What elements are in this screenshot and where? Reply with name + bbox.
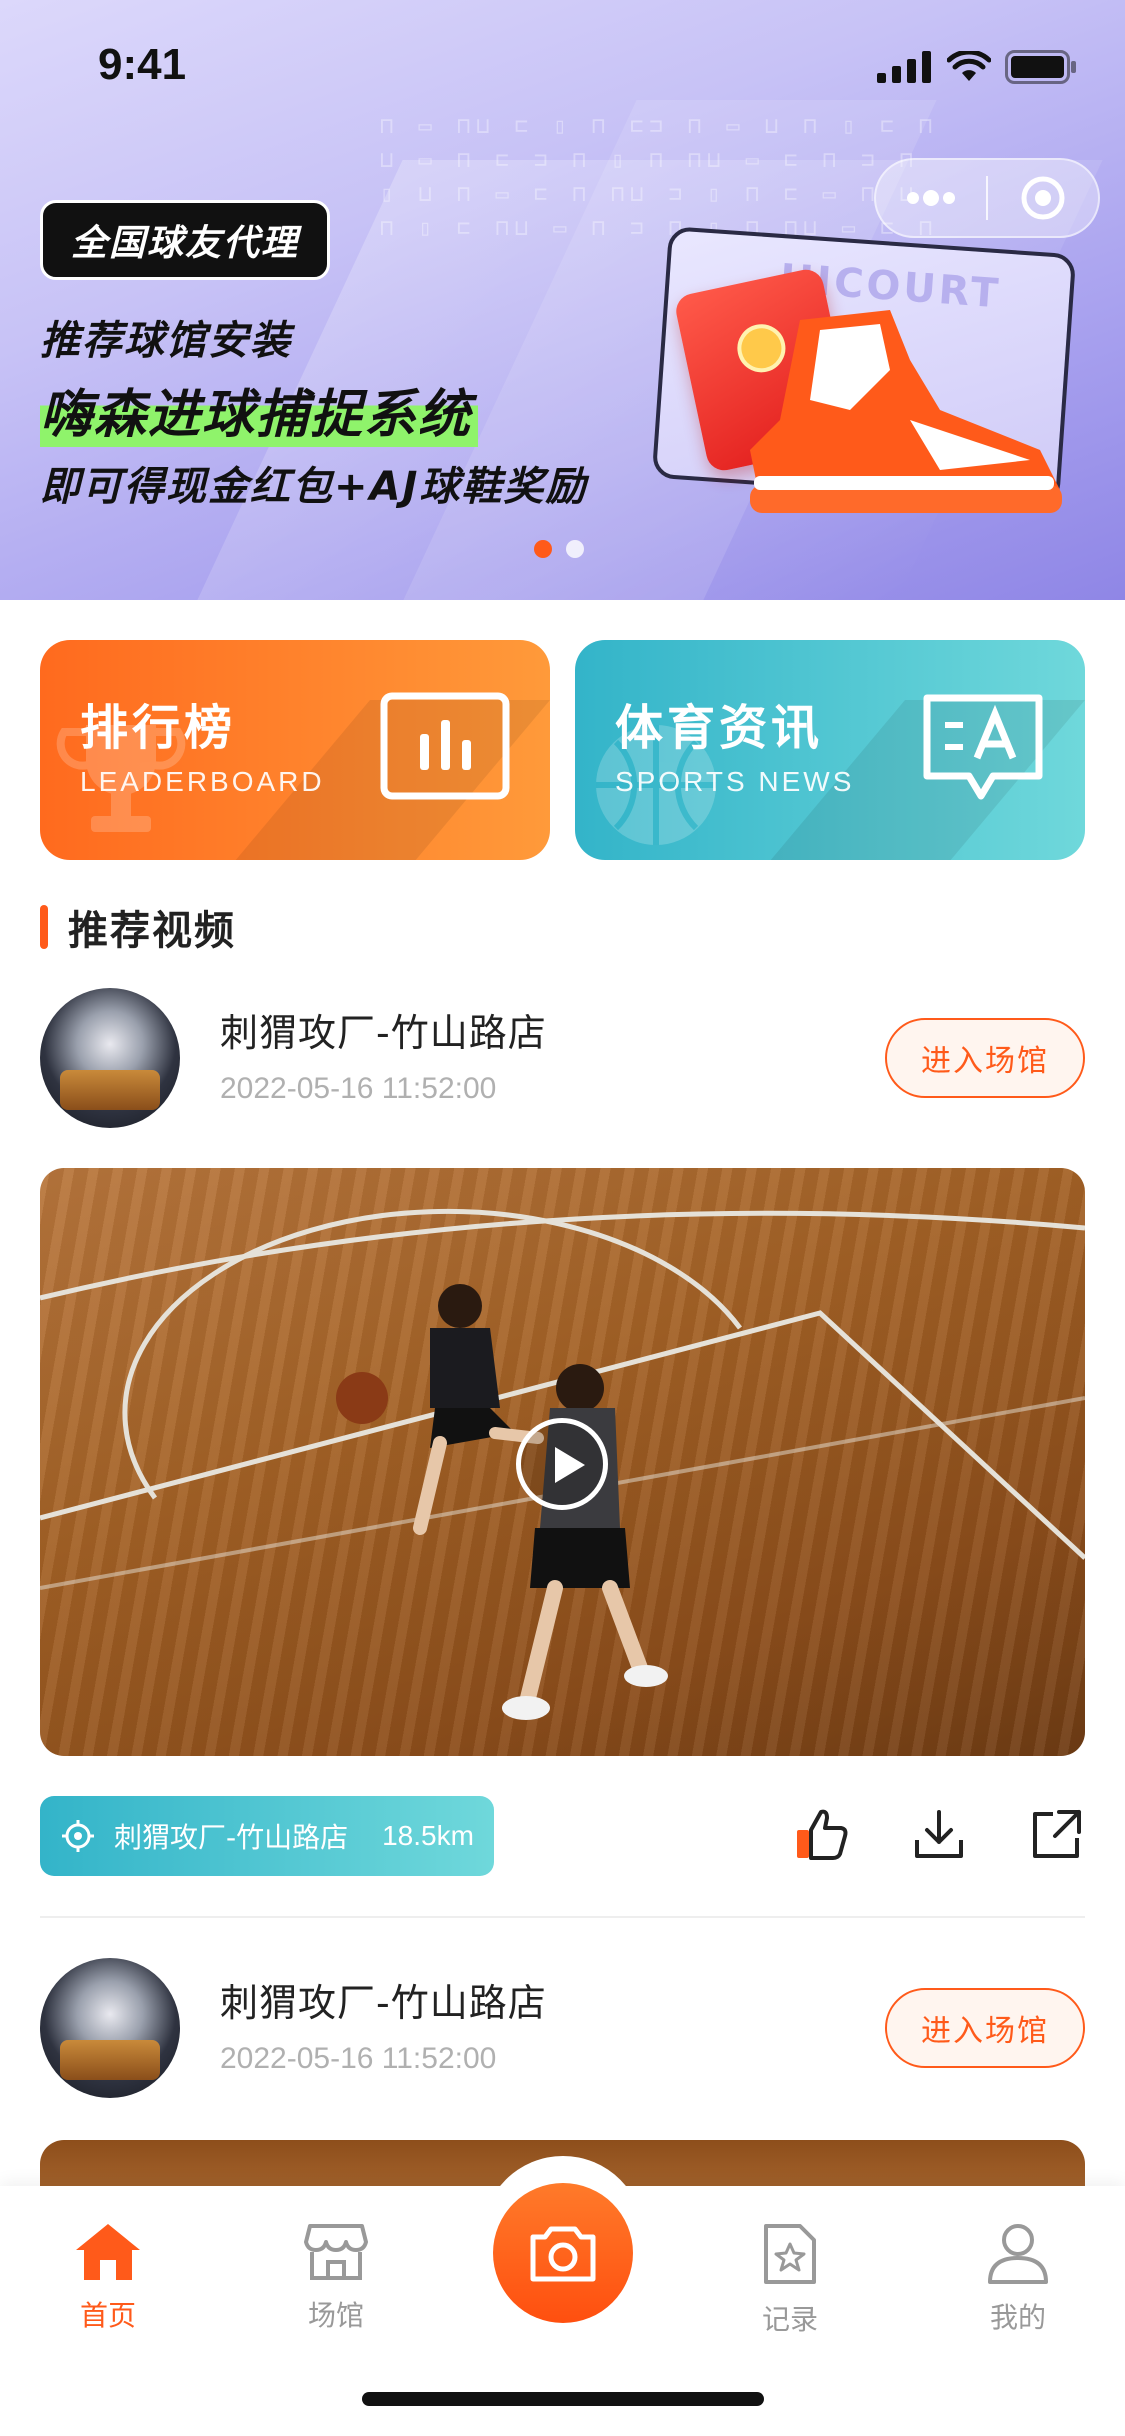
pagination-dot[interactable] <box>566 540 584 558</box>
leaderboard-subtitle: LEADERBOARD <box>80 766 325 797</box>
video-post-header: 刺猬攻厂-竹山路店 2022-05-16 11:52:00 进入场馆 <box>40 988 1085 1128</box>
tab-label: 场馆 <box>307 2299 364 2332</box>
post-timestamp: 2022-05-16 11:52:00 <box>220 1072 497 1105</box>
mini-program-capsule <box>874 158 1100 238</box>
location-badge[interactable]: 刺猬攻厂-竹山路店 18.5km <box>40 1796 494 1876</box>
status-bar: 9:41 <box>0 0 1125 130</box>
leaderboard-card[interactable]: 排行榜 LEADERBOARD <box>40 640 550 860</box>
camera-button[interactable] <box>493 2183 633 2323</box>
sneaker-illustration <box>750 310 1062 513</box>
tab-label: 首页 <box>79 2299 136 2332</box>
record-star-icon <box>764 2224 816 2284</box>
share-icon[interactable] <box>1029 1806 1085 1862</box>
tab-records[interactable]: 记录 <box>730 2222 850 2338</box>
tab-label: 记录 <box>761 2303 818 2336</box>
enter-venue-button[interactable]: 进入场馆 <box>885 1018 1085 1098</box>
location-distance: 18.5km <box>382 1820 474 1851</box>
bar-chart-icon <box>380 692 510 800</box>
enter-venue-button[interactable]: 进入场馆 <box>885 1988 1085 2068</box>
news-chat-icon <box>923 694 1043 800</box>
wifi-icon <box>947 51 991 81</box>
sports-news-subtitle: SPORTS NEWS <box>615 766 855 797</box>
venue-name[interactable]: 刺猬攻厂-竹山路店 <box>220 1002 547 1057</box>
sports-news-title: 体育资讯 <box>615 700 824 756</box>
sports-news-card[interactable]: 体育资讯 SPORTS NEWS <box>575 640 1085 860</box>
post-timestamp: 2022-05-16 11:52:00 <box>220 2042 497 2075</box>
banner-headline-3: 即可得现金红包+AJ球鞋奖励 <box>40 464 588 510</box>
tab-label: 我的 <box>989 2301 1046 2334</box>
venue-avatar[interactable] <box>40 1958 180 2098</box>
avatar-court-image <box>60 2040 160 2080</box>
banner-headline-2: 嗨森进球捕捉系统 <box>40 372 479 447</box>
post-divider <box>40 1916 1085 1918</box>
banner-tag: 全国球友代理 <box>40 200 331 280</box>
home-icon <box>76 2224 140 2280</box>
status-time: 9:41 <box>98 40 187 89</box>
store-icon <box>304 2224 368 2280</box>
tab-profile[interactable]: 我的 <box>958 2222 1078 2336</box>
tab-home[interactable]: 首页 <box>48 2222 168 2334</box>
home-indicator <box>362 2392 764 2406</box>
tab-venues[interactable]: 场馆 <box>276 2222 396 2334</box>
post-actions <box>793 1806 1085 1862</box>
avatar-court-image <box>60 1070 160 1110</box>
video-post-header: 刺猬攻厂-竹山路店 2022-05-16 11:52:00 进入场馆 <box>40 1958 1085 2098</box>
play-button[interactable] <box>516 1418 608 1510</box>
section-accent-bar <box>40 905 48 949</box>
banner-pagination <box>534 540 584 558</box>
more-button[interactable] <box>876 160 986 236</box>
promo-banner[interactable]: ⊓ ▭ ⊓⊔ ⊏ ▯ ⊓ ⊏⊐ ⊓ ▭ ⊔ ⊓ ▯ ⊏ ⊓⊔ ▭ ⊓ ⊏ ⊐ ⊓… <box>0 0 1125 600</box>
signal-icon <box>877 51 931 83</box>
battery-icon <box>1005 50 1076 84</box>
location-name: 刺猬攻厂-竹山路店 <box>114 1821 349 1854</box>
user-icon <box>988 2224 1048 2284</box>
pagination-dot-active[interactable] <box>534 540 552 558</box>
more-dots-icon <box>907 190 955 206</box>
section-title: 推荐视频 <box>68 908 236 954</box>
recommended-videos-header: 推荐视频 <box>40 898 236 956</box>
like-thumb-icon[interactable] <box>793 1806 849 1862</box>
target-icon <box>1021 176 1065 220</box>
download-icon[interactable] <box>911 1806 967 1862</box>
venue-avatar[interactable] <box>40 988 180 1128</box>
players-image <box>336 1284 668 1720</box>
location-target-icon <box>62 1820 94 1852</box>
close-mini-program-button[interactable] <box>988 160 1098 236</box>
banner-headline-1: 推荐球馆安装 <box>40 318 292 364</box>
camera-icon <box>530 2226 596 2282</box>
venue-name[interactable]: 刺猬攻厂-竹山路店 <box>220 1972 547 2027</box>
leaderboard-title: 排行榜 <box>80 700 237 756</box>
video-thumbnail[interactable] <box>40 1168 1085 1756</box>
